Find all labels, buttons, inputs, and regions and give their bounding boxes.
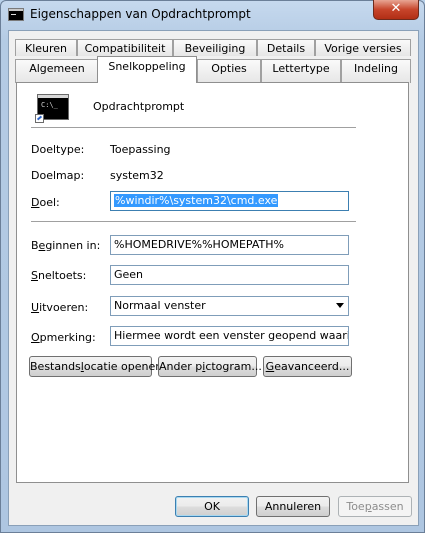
target-type-label: Doeltype: bbox=[31, 143, 85, 156]
run-select[interactable]: Normaal venster bbox=[110, 296, 349, 316]
title-bar[interactable]: Eigenschappen van Opdrachtprompt ✕ bbox=[0, 0, 425, 30]
target-label: Doel: bbox=[31, 196, 60, 209]
tab-indeling[interactable]: Indeling bbox=[341, 59, 411, 83]
target-input[interactable]: %windir%\system32\cmd.exe bbox=[110, 191, 349, 211]
close-button[interactable]: ✕ bbox=[373, 0, 419, 20]
target-type-value: Toepassing bbox=[110, 143, 171, 156]
run-select-value: Normaal venster bbox=[114, 299, 206, 312]
ok-button[interactable]: OK bbox=[175, 496, 249, 517]
tab-snelkoppeling[interactable]: Snelkoppeling bbox=[97, 56, 197, 83]
comment-input[interactable]: Hiermee wordt een venster geopend waarin… bbox=[110, 326, 349, 346]
shortcut-key-label: Sneltoets: bbox=[31, 269, 87, 282]
advanced-button[interactable]: Geavanceerd... bbox=[263, 356, 352, 377]
open-file-location-button[interactable]: Bestandslocatie openen bbox=[29, 356, 162, 377]
start-in-input[interactable]: %HOMEDRIVE%%HOMEPATH% bbox=[110, 235, 349, 255]
separator bbox=[31, 127, 356, 128]
target-folder-value: system32 bbox=[110, 169, 164, 182]
tab-algemeen[interactable]: Algemeen bbox=[15, 59, 99, 83]
apply-button[interactable]: Toepassen bbox=[338, 496, 412, 517]
cmd-window-icon bbox=[8, 8, 24, 21]
dialog-client-area: Kleuren Compatibiliteit Beveiliging Deta… bbox=[8, 30, 419, 526]
tab-kleuren[interactable]: Kleuren bbox=[15, 39, 77, 56]
tab-compatibiliteit[interactable]: Compatibiliteit bbox=[77, 39, 173, 56]
start-in-label: Beginnen in: bbox=[31, 239, 101, 252]
window-title: Eigenschappen van Opdrachtprompt bbox=[30, 7, 251, 21]
change-icon-button[interactable]: Ander pictogram... bbox=[158, 356, 262, 377]
tab-opties[interactable]: Opties bbox=[197, 59, 261, 83]
tab-vorige-versies[interactable]: Vorige versies bbox=[315, 39, 411, 56]
tab-beveiliging[interactable]: Beveiliging bbox=[173, 39, 257, 56]
comment-label: Opmerking: bbox=[31, 331, 96, 344]
tab-details[interactable]: Details bbox=[257, 39, 315, 56]
shortcut-name: Opdrachtprompt bbox=[93, 100, 185, 113]
chevron-down-icon bbox=[336, 303, 344, 308]
cancel-button[interactable]: Annuleren bbox=[256, 496, 330, 517]
target-folder-label: Doelmap: bbox=[31, 169, 85, 182]
tab-lettertype[interactable]: Lettertype bbox=[261, 59, 341, 83]
cmd-shortcut-icon: C:\_ bbox=[35, 94, 69, 123]
snelkoppeling-panel: C:\_ Opdrachtprompt Doeltype: Toepassing… bbox=[16, 82, 409, 483]
shortcut-arrow-icon bbox=[35, 114, 44, 123]
run-label: Uitvoeren: bbox=[31, 301, 89, 314]
separator bbox=[31, 221, 356, 222]
shortcut-key-input[interactable]: Geen bbox=[110, 265, 349, 285]
